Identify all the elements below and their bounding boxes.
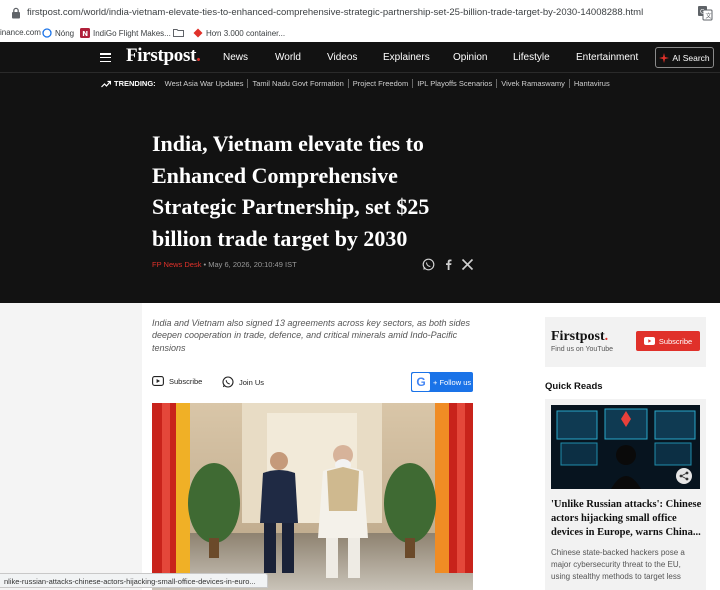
publish-date: • May 6, 2026, 20:10:49 IST — [201, 260, 297, 269]
article-byline: FP News Desk • May 6, 2026, 20:10:49 IST — [152, 260, 297, 269]
svg-text:文: 文 — [706, 12, 712, 20]
quick-read-thumbnail[interactable] — [551, 405, 700, 489]
url-field[interactable]: firstpost.com/world/india-vietnam-elevat… — [27, 7, 643, 18]
trending-label: TRENDING: — [114, 79, 156, 88]
bookmark-item[interactable]: N IndiGo Flight Makes... — [80, 28, 171, 38]
nav-link-entertainment[interactable]: Entertainment — [576, 52, 638, 63]
promo-logo: Firstpost. — [551, 329, 609, 344]
nav-link-videos[interactable]: Videos — [327, 52, 357, 63]
youtube-subscribe-button[interactable]: Subscribe — [636, 331, 700, 351]
trending-link[interactable]: Vivek Ramaswamy — [497, 79, 570, 88]
trending-link[interactable]: Hantavirus — [570, 79, 614, 88]
x-twitter-icon[interactable] — [461, 258, 474, 271]
bookmarks-bar: inance.com Nóng N IndiGo Flight Makes...… — [0, 26, 720, 42]
lock-icon — [12, 7, 20, 19]
promo-subtitle: Find us on YouTube — [551, 346, 614, 353]
author-link[interactable]: FP News Desk — [152, 260, 201, 269]
sparkle-icon — [659, 52, 670, 63]
bookmark-item[interactable]: inance.com — [0, 28, 41, 37]
trending-arrow-icon — [101, 80, 111, 87]
browser-status-bar: nlike-russian-attacks-chinese-actors-hij… — [0, 573, 268, 588]
quick-read-summary: Chinese state-backed hackers pose a majo… — [551, 548, 685, 581]
diamond-favicon-icon — [193, 28, 203, 38]
article-dek: India and Vietnam also signed 13 agreeme… — [152, 318, 471, 353]
nav-link-opinion[interactable]: Opinion — [453, 52, 487, 63]
translate-icon[interactable]: G 文 — [697, 5, 713, 21]
quick-read-headline[interactable]: 'Unlike Russian attacks': Chinese actors… — [551, 498, 702, 540]
bookmark-folder[interactable] — [173, 28, 187, 37]
site-logo[interactable]: Firstpost. — [126, 45, 201, 67]
folder-icon — [173, 29, 184, 37]
nav-link-lifestyle[interactable]: Lifestyle — [513, 52, 550, 63]
svg-text:N: N — [82, 30, 88, 38]
youtube-icon — [152, 376, 164, 386]
bookmark-item[interactable]: Hơn 3.000 container... — [193, 28, 285, 38]
trending-bar: TRENDING: West Asia War Updates Tamil Na… — [0, 72, 720, 94]
site-navbar: Firstpost. News World Videos Explainers … — [0, 42, 720, 72]
trending-link[interactable]: Project Freedom — [349, 79, 414, 88]
browser-address-bar: firstpost.com/world/india-vietnam-elevat… — [0, 0, 720, 26]
indigo-favicon-icon: N — [80, 28, 90, 38]
whatsapp-join-link[interactable]: Join Us — [222, 376, 264, 388]
google-icon: G — [412, 373, 430, 391]
youtube-subscribe-link[interactable]: Subscribe — [152, 376, 202, 386]
svg-text:G: G — [700, 9, 705, 16]
nav-link-news[interactable]: News — [223, 52, 248, 63]
trending-link[interactable]: IPL Playoffs Scenarios — [413, 79, 498, 88]
hamburger-menu-icon[interactable] — [100, 53, 111, 63]
whatsapp-icon — [222, 376, 234, 388]
trending-link[interactable]: Tamil Nadu Govt Formation — [248, 79, 349, 88]
google-follow-button[interactable]: G + Follow us — [411, 372, 473, 392]
quick-reads-title: Quick Reads — [545, 381, 603, 392]
ai-search-button[interactable]: AI Search — [655, 47, 714, 68]
article-headline: India, Vietnam elevate ties to Enhanced … — [152, 131, 430, 251]
circle-icon — [42, 28, 52, 38]
article-photo — [152, 403, 473, 590]
facebook-icon[interactable] — [442, 258, 455, 271]
nav-link-world[interactable]: World — [275, 52, 301, 63]
nav-link-explainers[interactable]: Explainers — [383, 52, 430, 63]
whatsapp-icon[interactable] — [422, 258, 435, 271]
trending-link[interactable]: West Asia War Updates — [161, 79, 249, 88]
youtube-icon — [643, 337, 655, 345]
bookmark-item[interactable]: Nóng — [42, 28, 74, 38]
